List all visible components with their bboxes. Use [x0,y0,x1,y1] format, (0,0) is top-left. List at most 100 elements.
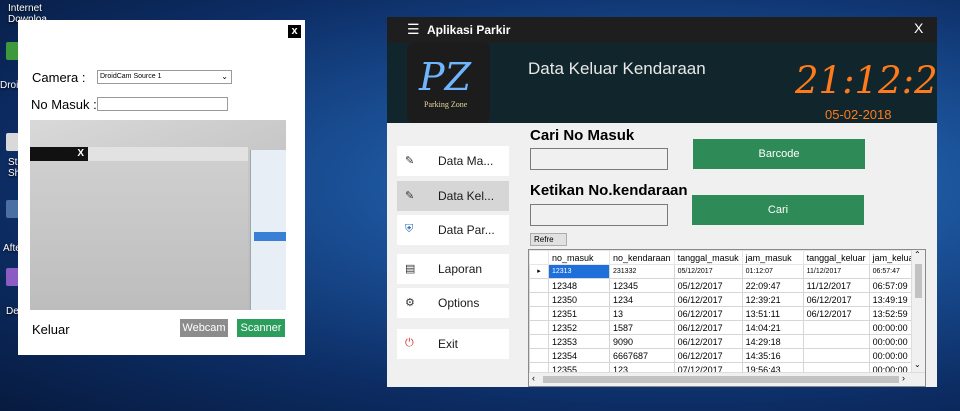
table-cell[interactable]: 12352 [548,320,610,335]
table-cell[interactable]: 06/12/2017 [673,320,743,335]
table-row[interactable]: 12354 6667687 06/12/2017 14:35:16 00:00:… [529,348,921,363]
table-cell[interactable]: 14:35:16 [741,348,804,363]
camera-preview: X [30,120,286,310]
camera-select-value: DroidCam Source 1 [100,73,162,80]
table-cell[interactable]: 13:51:11 [741,306,804,321]
column-header[interactable]: tanggal_masuk [673,250,743,265]
preview-window-bar [88,147,248,161]
sidebar-item-data-parkir[interactable]: ⛨ Data Par... [397,215,509,245]
table-cell[interactable]: 9090 [609,334,675,349]
sidebar-item-data-master[interactable]: ✎ Data Ma... [397,146,509,176]
row-header [529,292,549,307]
sidebar-item-data-keluar[interactable]: ✎ Data Kel... [397,181,509,211]
power-icon: ⏻ [405,337,414,349]
table-cell[interactable]: 12353 [548,334,610,349]
table-cell[interactable]: 05/12/2017 [673,264,743,279]
row-header-corner [529,250,549,265]
column-header[interactable]: no_kendaraan [609,250,675,265]
table-cell[interactable]: 12:39:21 [741,292,804,307]
sidebar-item-label: Options [438,296,480,310]
table-cell[interactable]: 06/12/2017 [673,306,743,321]
scrollbar-thumb[interactable] [543,376,899,383]
chevron-left-icon[interactable]: ‹ [532,373,535,383]
report-icon: ▤ [405,263,416,275]
parking-zone-logo: PZ Parking Zone [407,43,490,123]
table-cell[interactable]: 231332 [609,264,675,279]
webcam-button[interactable]: Webcam [180,319,228,337]
no-kendaraan-input[interactable] [530,204,668,226]
table-cell[interactable]: 12345 [609,278,675,293]
table-cell[interactable]: 1234 [609,292,675,307]
row-header [529,348,549,363]
scanner-button[interactable]: Scanner [237,319,285,337]
edit-icon: ✎ [405,190,415,202]
column-header[interactable]: no_masuk [548,250,610,265]
horizontal-scrollbar[interactable]: ‹ › [529,372,925,386]
table-cell[interactable]: 22:09:47 [741,278,804,293]
table-cell[interactable] [802,334,870,349]
table-cell[interactable]: 06/12/2017 [802,292,870,307]
table-cell[interactable]: 12354 [548,348,610,363]
sidebar-item-label: Data Kel... [438,189,495,203]
row-header [529,278,549,293]
vertical-scrollbar[interactable]: ⌃ ⌄ [911,250,925,372]
desktop-icon-label[interactable]: Droi [0,80,18,91]
barcode-button[interactable]: Barcode [693,139,865,169]
data-grid[interactable]: no_masuk no_kendaraan tanggal_masuk jam_… [528,249,926,387]
table-cell[interactable]: 12350 [548,292,610,307]
row-header [529,306,549,321]
table-cell[interactable] [802,348,870,363]
table-row[interactable]: 12353 9090 06/12/2017 14:29:18 00:00:00 [529,334,921,349]
menu-icon[interactable]: ☰ [407,21,420,38]
table-cell[interactable]: 14:04:21 [741,320,804,335]
table-cell[interactable]: 6667687 [609,348,675,363]
table-row[interactable]: 12350 1234 06/12/2017 12:39:21 06/12/201… [529,292,921,307]
preview-window-body [30,161,248,310]
edit-icon: ✎ [405,155,415,167]
table-cell[interactable]: 12351 [548,306,610,321]
cari-button[interactable]: Cari [692,195,864,225]
chevron-down-icon[interactable]: ⌄ [914,360,921,369]
table-row[interactable]: ▸ 12313 231332 05/12/2017 01:12:07 11/12… [529,264,921,279]
cari-no-masuk-label: Cari No Masuk [530,127,635,144]
table-cell[interactable]: 12348 [548,278,610,293]
table-cell[interactable]: 14:29:18 [741,334,804,349]
chevron-down-icon: ⌄ [221,72,228,81]
table-cell[interactable]: 06/12/2017 [802,306,870,321]
table-cell[interactable]: 06/12/2017 [673,334,743,349]
camera-select[interactable]: DroidCam Source 1 ⌄ [97,70,232,84]
table-cell[interactable]: 06/12/2017 [673,348,743,363]
table-cell[interactable]: 05/12/2017 [673,278,743,293]
close-icon[interactable]: X [914,20,923,36]
desktop-icon-label[interactable]: De [6,306,19,317]
column-header[interactable]: jam_masuk [741,250,804,265]
table-cell[interactable]: 12313 [548,264,610,279]
table-cell[interactable]: 11/12/2017 [802,278,870,293]
row-header [529,320,549,335]
table-cell[interactable]: 13 [609,306,675,321]
chevron-right-icon[interactable]: › [902,373,905,383]
scrollbar-thumb[interactable] [915,264,922,298]
table-cell[interactable]: 06/12/2017 [673,292,743,307]
column-header[interactable]: tanggal_keluar [802,250,870,265]
no-masuk-label: No Masuk : [31,97,97,112]
sidebar-item-options[interactable]: ⚙ Options [397,288,509,318]
sidebar-item-laporan[interactable]: ▤ Laporan [397,254,509,284]
table-cell[interactable]: 01:12:07 [741,264,804,279]
table-row[interactable]: 12352 1587 06/12/2017 14:04:21 00:00:00 [529,320,921,335]
table-cell[interactable]: 11/12/2017 [802,264,870,279]
logo-caption: Parking Zone [424,100,468,109]
sidebar-item-label: Exit [438,337,459,351]
sidebar-item-exit[interactable]: ⏻ Exit [397,329,509,359]
table-cell[interactable] [802,320,870,335]
no-masuk-input[interactable] [97,97,228,111]
no-masuk-search-input[interactable] [530,148,668,170]
table-row[interactable]: 12351 13 06/12/2017 13:51:11 06/12/2017 … [529,306,921,321]
refresh-button[interactable]: Refre [530,233,567,246]
table-row[interactable]: 12348 12345 05/12/2017 22:09:47 11/12/20… [529,278,921,293]
close-icon[interactable]: x [288,25,301,38]
table-cell[interactable]: 1587 [609,320,675,335]
gear-icon: ⚙ [405,297,415,309]
chevron-up-icon[interactable]: ⌃ [914,250,921,259]
keluar-label: Keluar [32,322,70,337]
